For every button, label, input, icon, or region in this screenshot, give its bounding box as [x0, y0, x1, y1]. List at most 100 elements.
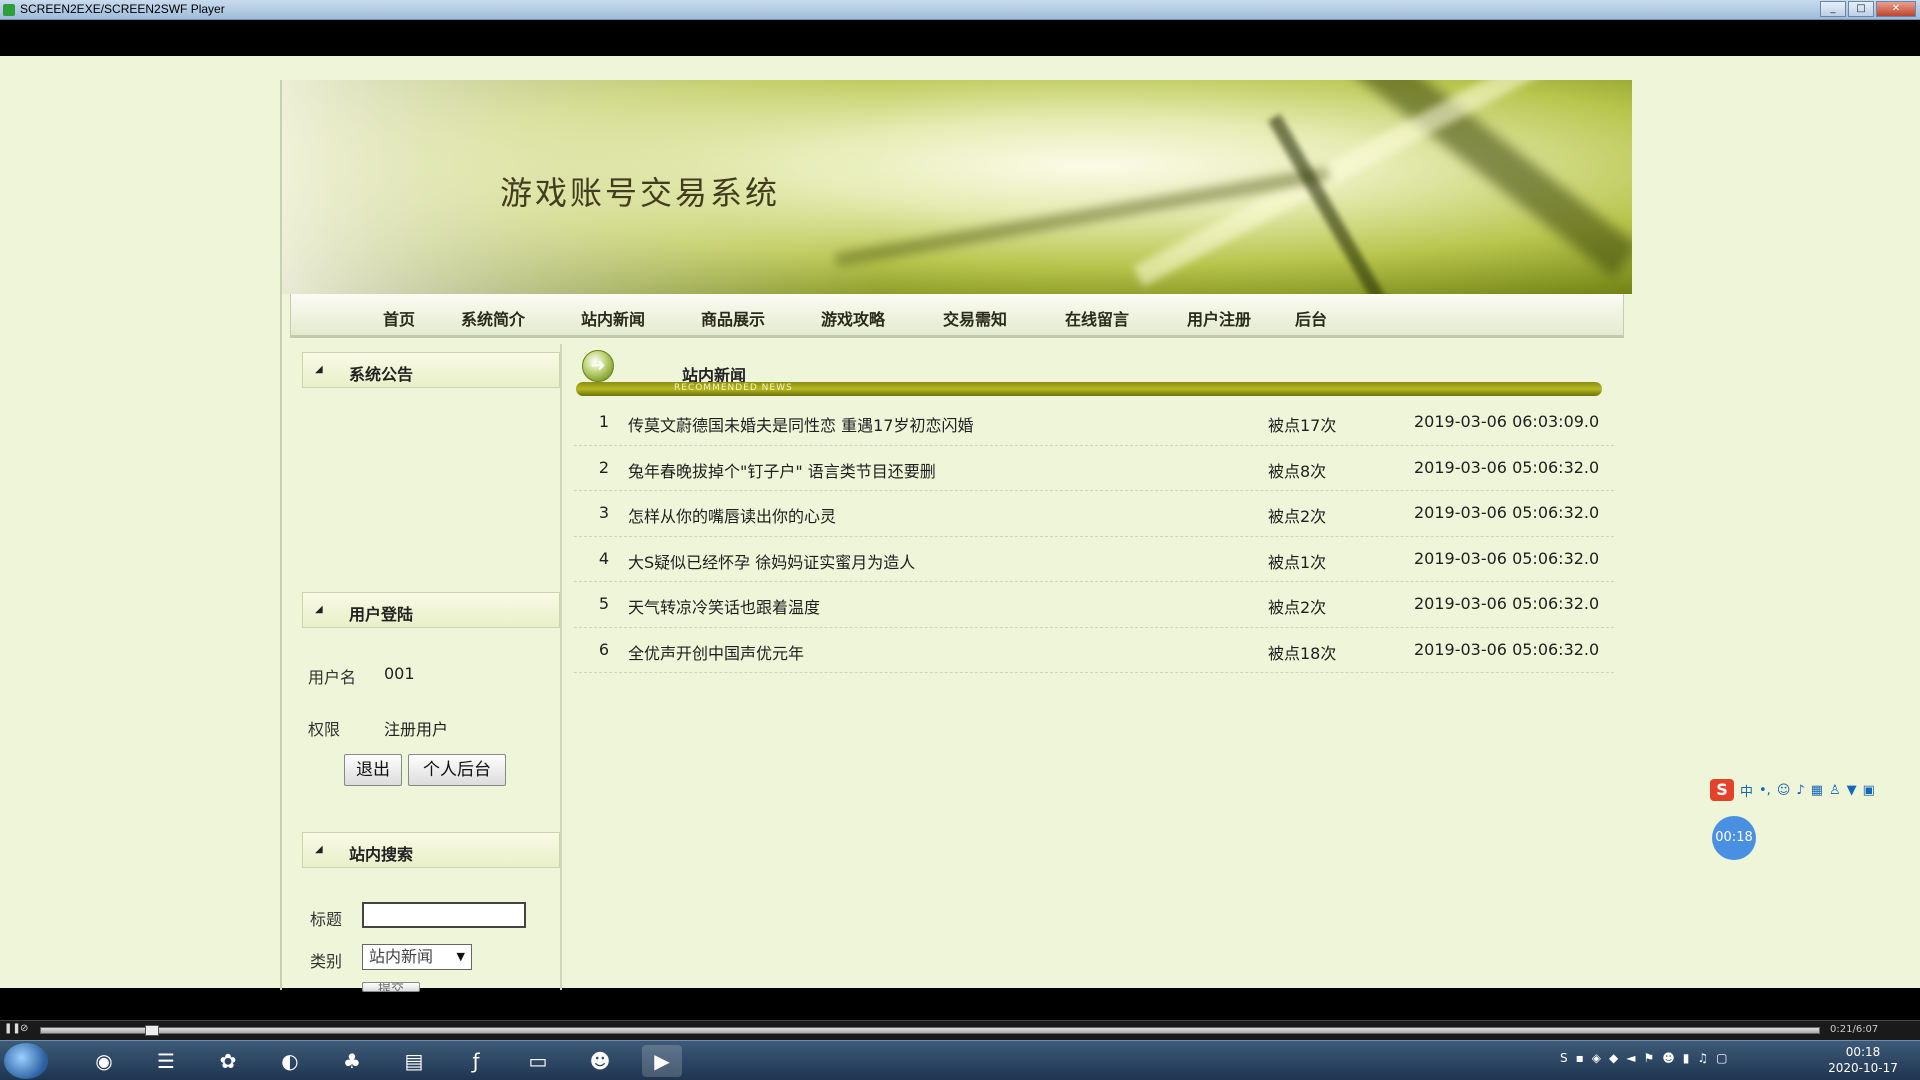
pause-icon[interactable]: ❚❚: [4, 1023, 21, 1037]
playback-time: 0:21/6:07: [1830, 1024, 1879, 1035]
ime-menu-icon[interactable]: ▣: [1863, 783, 1875, 798]
search-title-input[interactable]: [362, 902, 526, 928]
ime-skin-icon[interactable]: ▼: [1847, 783, 1857, 798]
news-date: 2019-03-06 05:06:32.0: [1414, 457, 1600, 477]
announcement-header[interactable]: ◢ 系统公告: [302, 352, 560, 388]
system-tray: S ▪ ◈ ◆ ◄ ⚑ ☻ ▮ ♫ ▢: [1560, 1051, 1727, 1065]
seek-thumb[interactable]: [145, 1025, 159, 1036]
taskbar: ◉ ☰ ✿ ◐ ♣ ▤ ƒ ▭ ☻ ▶ S ▪ ◈ ◆ ◄ ⚑ ☻ ▮ ♫ ▢ …: [0, 1040, 1920, 1080]
news-title-link[interactable]: 怎样从你的嘴唇读出你的心灵: [628, 503, 836, 527]
dropdown-arrow-icon: ▼: [456, 950, 465, 963]
login-header[interactable]: ◢ 用户登陆: [302, 592, 560, 628]
qq-icon[interactable]: ☻: [580, 1045, 620, 1077]
profile-button[interactable]: 个人后台: [408, 754, 506, 786]
username-label: 用户名: [308, 668, 357, 687]
sogou-ime-icon[interactable]: S: [1710, 779, 1734, 801]
nav-guestbook[interactable]: 在线留言: [1065, 306, 1129, 330]
ime-mic-icon[interactable]: ♪: [1796, 783, 1804, 798]
news-row: 1 传莫文蔚德国未婚夫是同性恋 重遇17岁初恋闪婚 被点17次 2019-03-…: [574, 400, 1614, 446]
web-page: 游戏账号交易系统 首页 系统简介 站内新闻 商品展示 游戏攻略 交易需知 在线留…: [0, 56, 1920, 992]
search-category-label: 类别: [310, 952, 343, 971]
search-submit-button[interactable]: 提交: [362, 982, 420, 992]
ime-emoji-icon[interactable]: ☺: [1777, 783, 1791, 798]
baidu-netdisk-icon[interactable]: ✿: [208, 1045, 248, 1077]
qq-browser-icon[interactable]: ◐: [270, 1045, 310, 1077]
app-icon: [3, 4, 15, 16]
nav-system-intro[interactable]: 系统简介: [461, 306, 525, 330]
arrow-circle-icon: ➜: [582, 350, 614, 382]
ime-keyboard-icon[interactable]: ▦: [1811, 783, 1823, 798]
ime-toolbar: S 中 •, ☺ ♪ ▦ ♙ ▼ ▣: [1710, 779, 1875, 801]
announcement-title: 系统公告: [349, 365, 414, 384]
news-date: 2019-03-06 06:03:09.0: [1414, 412, 1600, 431]
news-hits: 被点8次: [1268, 461, 1327, 481]
news-date: 2019-03-06 05:06:32.0: [1414, 503, 1600, 522]
news-row: 4 大S疑似已经怀孕 徐妈妈证实蜜月为造人 被点1次 2019-03-06 05…: [574, 537, 1614, 582]
news-title-link[interactable]: 兔年春晚拔掉个"钉子户" 语言类节目还要删: [628, 458, 936, 482]
network-tray-icon[interactable]: ▪: [1576, 1051, 1584, 1065]
nav-register[interactable]: 用户注册: [1187, 306, 1251, 330]
ime-mode-indicator[interactable]: 中: [1740, 781, 1753, 800]
news-list: 1 传莫文蔚德国未婚夫是同性恋 重遇17岁初恋闪婚 被点17次 2019-03-…: [574, 400, 1614, 673]
ime-punct-icon[interactable]: •,: [1759, 783, 1771, 798]
screen2swf-player-icon[interactable]: ▶: [642, 1045, 682, 1077]
eclipse-icon[interactable]: ☰: [146, 1045, 186, 1077]
search-category-select[interactable]: 站内新闻 ▼: [362, 944, 472, 970]
login-title: 用户登陆: [349, 605, 414, 624]
nav-trade-notice[interactable]: 交易需知: [943, 306, 1007, 330]
news-hits: 被点18次: [1268, 643, 1337, 663]
minimize-button[interactable]: _: [1820, 1, 1846, 17]
notepad-icon[interactable]: ▤: [394, 1045, 434, 1077]
nav-site-news[interactable]: 站内新闻: [581, 306, 645, 330]
news-number: 4: [598, 548, 610, 568]
role-value: 注册用户: [384, 720, 449, 739]
shield-tray-icon[interactable]: ◆: [1609, 1051, 1618, 1065]
display-tray-icon[interactable]: ▢: [1716, 1051, 1727, 1065]
logout-button[interactable]: 退出: [344, 754, 402, 786]
antivirus-tray-icon[interactable]: ◈: [1592, 1051, 1601, 1065]
news-hits: 被点1次: [1268, 552, 1327, 572]
ime-user-icon[interactable]: ♙: [1829, 783, 1841, 798]
recording-timer[interactable]: 00:18: [1712, 816, 1756, 860]
site-title: 游戏账号交易系统: [500, 174, 781, 212]
news-title-link[interactable]: 传莫文蔚德国未婚夫是同性恋 重遇17岁初恋闪婚: [628, 412, 973, 436]
news-hits: 被点2次: [1268, 598, 1327, 617]
main-nav: 首页 系统简介 站内新闻 商品展示 游戏攻略 交易需知 在线留言 用户注册 后台: [290, 294, 1624, 338]
news-title-link[interactable]: 大S疑似已经怀孕 徐妈妈证实蜜月为造人: [628, 549, 915, 573]
nav-home[interactable]: 首页: [383, 306, 415, 330]
sogou-tray-icon[interactable]: S: [1560, 1051, 1568, 1065]
clock-time: 00:18: [1845, 1045, 1881, 1059]
news-number: 2: [598, 457, 610, 477]
chrome-icon[interactable]: ◉: [84, 1045, 124, 1077]
news-title-link[interactable]: 天气转凉冷笑话也跟着温度: [628, 594, 820, 618]
flag-tray-icon[interactable]: ⚑: [1643, 1051, 1654, 1065]
news-number: 6: [598, 639, 610, 659]
nav-products[interactable]: 商品展示: [701, 306, 765, 330]
maximize-button[interactable]: □: [1848, 1, 1874, 17]
file-explorer-icon[interactable]: ▭: [518, 1045, 558, 1077]
news-number: 1: [598, 412, 610, 431]
collapse-triangle-icon: ◢: [315, 844, 323, 855]
nav-admin[interactable]: 后台: [1295, 306, 1327, 330]
speaker-tray-icon[interactable]: ♫: [1697, 1051, 1708, 1065]
volume-tray-icon[interactable]: ◄: [1626, 1051, 1635, 1065]
news-hits: 被点17次: [1268, 416, 1337, 435]
qq-tray-icon[interactable]: ☻: [1662, 1051, 1675, 1065]
main-content: ➜ 站内新闻 RECOMMENDED NEWS 1 传莫文蔚德国未婚夫是同性恋 …: [572, 344, 1624, 990]
start-button-icon[interactable]: [4, 1043, 48, 1079]
stop-icon[interactable]: ⊘: [20, 1023, 32, 1037]
search-header[interactable]: ◢ 站内搜索: [302, 832, 560, 868]
player-viewport: 游戏账号交易系统 首页 系统简介 站内新闻 商品展示 游戏攻略 交易需知 在线留…: [0, 22, 1920, 992]
seek-bar[interactable]: [40, 1027, 1820, 1034]
news-title-link[interactable]: 全优声开创中国声优元年: [628, 640, 804, 664]
taskbar-clock[interactable]: 00:18 2020-10-17: [1818, 1044, 1908, 1076]
collapse-triangle-icon: ◢: [315, 364, 323, 375]
close-button[interactable]: ✕: [1876, 1, 1916, 17]
site-container: 游戏账号交易系统 首页 系统简介 站内新闻 商品展示 游戏攻略 交易需知 在线留…: [280, 80, 1632, 992]
nav-game-guides[interactable]: 游戏攻略: [821, 306, 885, 330]
battery-tray-icon[interactable]: ▮: [1683, 1051, 1690, 1065]
username-value: 001: [384, 664, 415, 683]
green-app-icon[interactable]: ♣: [332, 1045, 372, 1077]
flash-icon[interactable]: ƒ: [456, 1045, 496, 1077]
search-title-label: 标题: [310, 910, 343, 929]
